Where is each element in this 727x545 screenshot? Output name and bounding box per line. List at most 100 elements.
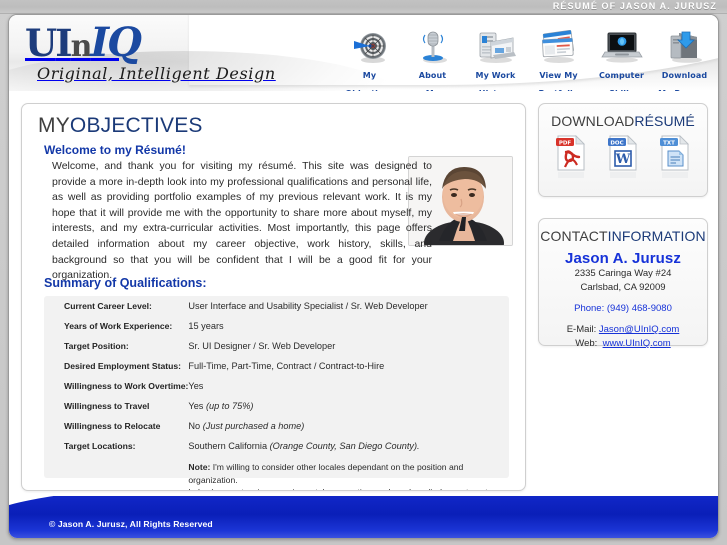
welcome-heading: Welcome to my Résumé! xyxy=(44,143,186,157)
download-resume-title: DOWNLOADRÉSUMÉ xyxy=(539,104,707,129)
row-value-emphasis: (up to 75%) xyxy=(205,401,254,411)
row-label: Years of Work Experience: xyxy=(64,321,173,331)
nav-label-line1: About xyxy=(418,71,447,80)
nav-label-view-my-portfolio: View My Portfolio xyxy=(539,71,579,91)
nav-label-my-objectives: My Objectives xyxy=(345,71,393,91)
qualifications-heading: Summary of Qualifications: xyxy=(44,276,207,290)
contact-address-line1: 2335 Caringa Way #24 xyxy=(574,268,672,279)
nav-label-line1: Download xyxy=(661,71,708,80)
footer-wave-decoration xyxy=(9,496,718,538)
footer-copyright: © Jason A. Jurusz, All Rights Reserved xyxy=(49,519,213,529)
note-line-1: I'm willing to consider other locales de… xyxy=(188,462,464,485)
nav-label-line1: Computer xyxy=(598,71,645,80)
nav-item-my-objectives[interactable]: My Objectives xyxy=(338,27,401,91)
laptop-icon xyxy=(590,27,653,65)
row-label: Target Position: xyxy=(64,341,129,351)
row-value-emphasis: (Orange County, San Diego County). xyxy=(269,441,420,451)
txt-download-icon[interactable]: TXT xyxy=(658,134,692,185)
page-title-part2: OBJECTIVES xyxy=(69,114,203,137)
contact-web: Web: www.UInIQ.com xyxy=(539,337,707,351)
logo-letter-i: I xyxy=(55,21,72,65)
svg-text:PDF: PDF xyxy=(559,141,572,147)
table-row: Willingness to Relocate No (Just purchas… xyxy=(44,416,509,436)
browser-window: RÉSUMÉ OF JASON A. JURUSZ UInIQ Original… xyxy=(0,0,727,545)
contact-phone-label: Phone: xyxy=(574,303,605,314)
row-value: User Interface and Usability Specialist … xyxy=(188,296,509,316)
row-value-text: Yes xyxy=(188,401,206,411)
table-row: Years of Work Experience: 15 years xyxy=(44,316,509,336)
row-value-text: Sr. UI Designer / Sr. Web Developer xyxy=(188,341,336,351)
table-row-note: Note: I'm willing to consider other loca… xyxy=(44,456,509,490)
row-value-text: 15 years xyxy=(188,321,224,331)
row-value-note: Note: I'm willing to consider other loca… xyxy=(188,456,509,490)
pdf-download-icon[interactable]: PDF xyxy=(554,134,588,185)
contact-information-title: CONTACTINFORMATION xyxy=(539,219,707,244)
page-title: MYOBJECTIVES xyxy=(38,114,203,138)
nav-label-about-me: About Me xyxy=(419,71,446,91)
qualifications-panel: Current Career Level: User Interface and… xyxy=(44,296,509,490)
row-value-text: Full-Time, Part-Time, Contract / Contrac… xyxy=(188,361,385,371)
nav-label-line1: View My xyxy=(539,71,578,80)
content-area: MYOBJECTIVES Welcome to my Résumé! Welco… xyxy=(9,91,718,503)
row-value: Yes (up to 75%) xyxy=(188,396,509,416)
nav-item-my-work-history[interactable]: My Work History xyxy=(464,27,527,91)
nav-label-line1: My Work xyxy=(475,71,516,80)
site-logo[interactable]: UInIQ Original, Intelligent Design xyxy=(25,23,285,89)
page-title-part1: MY xyxy=(38,114,70,137)
main-navigation: My Objectives xyxy=(338,27,716,91)
contact-address-line2: Carlsbad, CA 92009 xyxy=(580,282,666,293)
row-value: 15 years xyxy=(188,316,509,336)
intro-paragraph: Welcome, and thank you for visiting my r… xyxy=(52,160,432,282)
download-pc-icon xyxy=(653,27,716,65)
table-row: Target Locations: Southern California (O… xyxy=(44,436,509,456)
table-row: Willingness to Travel Yes (up to 75%) xyxy=(44,396,509,416)
row-value-text: Southern California xyxy=(188,441,270,451)
download-icon-row: PDF DOC W TXT xyxy=(539,134,707,185)
row-label-empty xyxy=(44,456,188,490)
download-title-part2: RÉSUMÉ xyxy=(634,113,695,129)
table-row: Willingness to Work Overtime: Yes xyxy=(44,376,509,396)
table-row: Current Career Level: User Interface and… xyxy=(44,296,509,316)
page-container: UInIQ Original, Intelligent Design My Ab… xyxy=(8,14,719,539)
window-title: RÉSUMÉ OF JASON A. JURUSZ xyxy=(552,1,717,11)
contact-email-link[interactable]: Jason@UInIQ.com xyxy=(599,324,679,335)
doc-download-icon[interactable]: DOC W xyxy=(606,134,640,185)
logo-letter-u: U xyxy=(25,21,57,65)
row-label: Willingness to Work Overtime: xyxy=(64,381,189,391)
nav-label-computer-skills: Computer Skills xyxy=(599,71,644,91)
logo-letter-n: n xyxy=(70,29,93,64)
contact-email-label: E-Mail: xyxy=(566,324,597,335)
window-titlebar: RÉSUMÉ OF JASON A. JURUSZ xyxy=(0,0,727,14)
logo-letters-iq: IQ xyxy=(90,19,142,66)
row-value: Yes xyxy=(188,376,509,396)
contact-web-link[interactable]: www.UInIQ.com xyxy=(603,338,671,349)
table-row: Target Position: Sr. UI Designer / Sr. W… xyxy=(44,336,509,356)
nav-item-about-me[interactable]: About Me xyxy=(401,27,464,91)
row-value-text: Yes xyxy=(188,381,204,391)
contact-email: E-Mail: Jason@UInIQ.com xyxy=(539,323,707,337)
site-footer: © Jason A. Jurusz, All Rights Reserved xyxy=(9,496,718,538)
nav-label-download-my-resume: Download My Resume xyxy=(658,71,711,91)
nav-item-computer-skills[interactable]: Computer Skills xyxy=(590,27,653,91)
contact-information-card: CONTACTINFORMATION Jason A. Jurusz 2335 … xyxy=(538,218,708,349)
dartboard-icon xyxy=(338,27,401,65)
row-value-text: User Interface and Usability Specialist … xyxy=(188,301,428,311)
row-label: Current Career Level: xyxy=(64,301,152,311)
nav-label-line1: My xyxy=(362,71,377,80)
svg-text:DOC: DOC xyxy=(610,141,623,147)
logo-tagline: Original, Intelligent Design xyxy=(37,64,276,83)
folder-files-icon xyxy=(464,27,527,65)
nav-item-view-my-portfolio[interactable]: View My Portfolio xyxy=(527,27,590,91)
nav-label-my-work-history: My Work History xyxy=(476,71,516,91)
row-value: No (Just purchased a home) xyxy=(188,416,509,436)
row-label: Target Locations: xyxy=(64,441,136,451)
main-content-panel: MYOBJECTIVES Welcome to my Résumé! Welco… xyxy=(21,103,526,491)
nav-item-download-my-resume[interactable]: Download My Resume xyxy=(653,27,716,91)
download-resume-card: DOWNLOADRÉSUMÉ PDF DOC W TXT xyxy=(538,103,708,197)
row-value: Full-Time, Part-Time, Contract / Contrac… xyxy=(188,356,509,376)
browser-stack-icon xyxy=(527,27,590,65)
svg-text:W: W xyxy=(615,152,631,167)
logo-wordmark: UInIQ xyxy=(25,23,285,67)
contact-title-part1: CONTACT xyxy=(540,228,608,244)
contact-phone: Phone: (949) 468-9080 xyxy=(539,302,707,316)
